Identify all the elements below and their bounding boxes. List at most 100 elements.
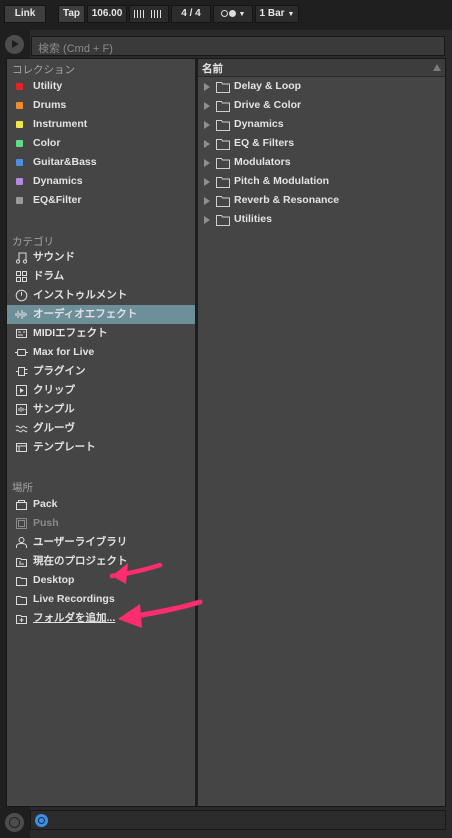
category-item-samples[interactable]: サンプル — [7, 400, 195, 419]
list-item[interactable]: Pitch & Modulation — [198, 172, 445, 191]
time-signature-field[interactable]: 4 / 4 — [171, 5, 211, 23]
plugin-icon — [15, 365, 28, 378]
color-tag-icon — [16, 178, 23, 185]
time-signature-value: 4 / 4 — [181, 8, 201, 19]
color-tag-icon — [16, 159, 23, 166]
collection-item-utility[interactable]: Utility — [7, 77, 195, 96]
clock-icon — [15, 289, 28, 302]
overview-toggle-icon[interactable] — [5, 813, 24, 832]
color-tag-icon — [16, 83, 23, 90]
category-item-instruments[interactable]: インストゥルメント — [7, 286, 195, 305]
place-item-current-project[interactable]: 現在のプロジェクト — [7, 552, 195, 571]
metronome-on-icon — [228, 10, 236, 17]
collection-item-eq-filter[interactable]: EQ&Filter — [7, 191, 195, 210]
clip-icon — [15, 384, 28, 397]
expand-arrow-icon[interactable] — [204, 197, 210, 205]
category-item-midi-effects[interactable]: MIDIエフェクト — [7, 324, 195, 343]
sample-icon — [15, 403, 28, 416]
pack-icon — [15, 498, 28, 511]
list-item[interactable]: Dynamics — [198, 115, 445, 134]
add-folder-link[interactable]: フォルダを追加... — [7, 609, 195, 628]
collection-item-dynamics[interactable]: Dynamics — [7, 172, 195, 191]
tempo-value: 106.00 — [91, 8, 123, 19]
category-item-templates[interactable]: テンプレート — [7, 438, 195, 457]
collection-item-guitar-bass[interactable]: Guitar&Bass — [7, 153, 195, 172]
category-item-max-for-live[interactable]: Max for Live — [7, 343, 195, 362]
user-icon — [15, 536, 28, 549]
place-item-desktop[interactable]: Desktop — [7, 571, 195, 590]
category-item-clips[interactable]: クリップ — [7, 381, 195, 400]
transport-bar: Link Tap 106.00 4 / 4 ▼ 1 Bar ▼ — [0, 0, 452, 30]
folder-icon — [15, 593, 28, 606]
quantize-dropdown[interactable]: 1 Bar ▼ — [255, 5, 299, 23]
list-item[interactable]: Modulators — [198, 153, 445, 172]
tempo-field[interactable]: 106.00 — [87, 5, 127, 23]
category-item-sounds[interactable]: サウンド — [7, 248, 195, 267]
category-item-audio-effects[interactable]: オーディオエフェクト — [7, 305, 195, 324]
categories-title: カテゴリ — [12, 236, 54, 248]
category-item-drums[interactable]: ドラム — [7, 267, 195, 286]
metronome-off-icon — [220, 10, 228, 17]
tap-label: Tap — [62, 8, 81, 19]
collection-item-drums[interactable]: Drums — [7, 96, 195, 115]
collections-title: コレクション — [12, 64, 75, 76]
waveform-icon — [15, 308, 28, 321]
max-icon — [15, 346, 28, 359]
note-icon — [15, 251, 28, 264]
expand-arrow-icon[interactable] — [204, 159, 210, 167]
midi-icon — [15, 327, 28, 340]
color-tag-icon — [16, 121, 23, 128]
drum-grid-icon — [15, 270, 28, 283]
expand-arrow-icon[interactable] — [204, 102, 210, 110]
browser-toggle-icon[interactable] — [5, 35, 24, 54]
folder-icon — [15, 574, 28, 587]
nudge-buttons[interactable] — [129, 5, 169, 23]
place-item-live-recordings[interactable]: Live Recordings — [7, 590, 195, 609]
browser-panel: コレクション Utility Drums Instrument Color Gu… — [6, 58, 446, 807]
link-label: Link — [14, 8, 36, 19]
status-bar — [30, 810, 446, 830]
category-item-grooves[interactable]: グルーヴ — [7, 419, 195, 438]
template-icon — [15, 441, 28, 454]
list-item[interactable]: Delay & Loop — [198, 77, 445, 96]
collection-item-instrument[interactable]: Instrument — [7, 115, 195, 134]
tap-tempo-button[interactable]: Tap — [58, 5, 85, 23]
category-item-plugins[interactable]: プラグイン — [7, 362, 195, 381]
collection-item-color[interactable]: Color — [7, 134, 195, 153]
project-icon — [15, 555, 28, 568]
search-input[interactable]: 検索 (Cmd + F) — [31, 36, 445, 56]
list-item[interactable]: Drive & Color — [198, 96, 445, 115]
expand-arrow-icon[interactable] — [204, 140, 210, 148]
link-button[interactable]: Link — [4, 5, 46, 23]
expand-arrow-icon[interactable] — [204, 178, 210, 186]
chevron-down-icon: ▼ — [287, 11, 295, 18]
name-column-header[interactable]: 名前 — [198, 59, 445, 77]
column-header-label: 名前 — [202, 63, 223, 75]
search-placeholder: 検索 (Cmd + F) — [38, 43, 113, 55]
metronome-button[interactable]: ▼ — [213, 5, 253, 23]
place-item-pack[interactable]: Pack — [7, 495, 195, 514]
place-item-push[interactable]: Push — [7, 514, 195, 533]
chevron-down-icon: ▼ — [238, 11, 246, 18]
push-icon — [15, 517, 28, 530]
expand-arrow-icon[interactable] — [204, 216, 210, 224]
color-tag-icon — [16, 102, 23, 109]
info-icon[interactable] — [35, 814, 48, 827]
color-tag-icon — [16, 140, 23, 147]
add-folder-icon — [15, 612, 28, 625]
place-item-user-library[interactable]: ユーザーライブラリ — [7, 533, 195, 552]
nudge-icon — [134, 10, 161, 18]
list-item[interactable]: Reverb & Resonance — [198, 191, 445, 210]
quantize-value: 1 Bar — [259, 8, 285, 19]
expand-arrow-icon[interactable] — [204, 83, 210, 91]
content-list: 名前 Delay & Loop Drive & Color Dynamics E… — [198, 59, 445, 806]
list-item[interactable]: Utilities — [198, 210, 445, 229]
sidebar: コレクション Utility Drums Instrument Color Gu… — [7, 59, 195, 806]
expand-arrow-icon[interactable] — [204, 121, 210, 129]
folder-icon — [216, 214, 230, 233]
groove-icon — [15, 422, 28, 435]
color-tag-icon — [16, 197, 23, 204]
sort-ascending-icon[interactable] — [433, 64, 441, 71]
list-item[interactable]: EQ & Filters — [198, 134, 445, 153]
places-title: 場所 — [12, 482, 33, 494]
